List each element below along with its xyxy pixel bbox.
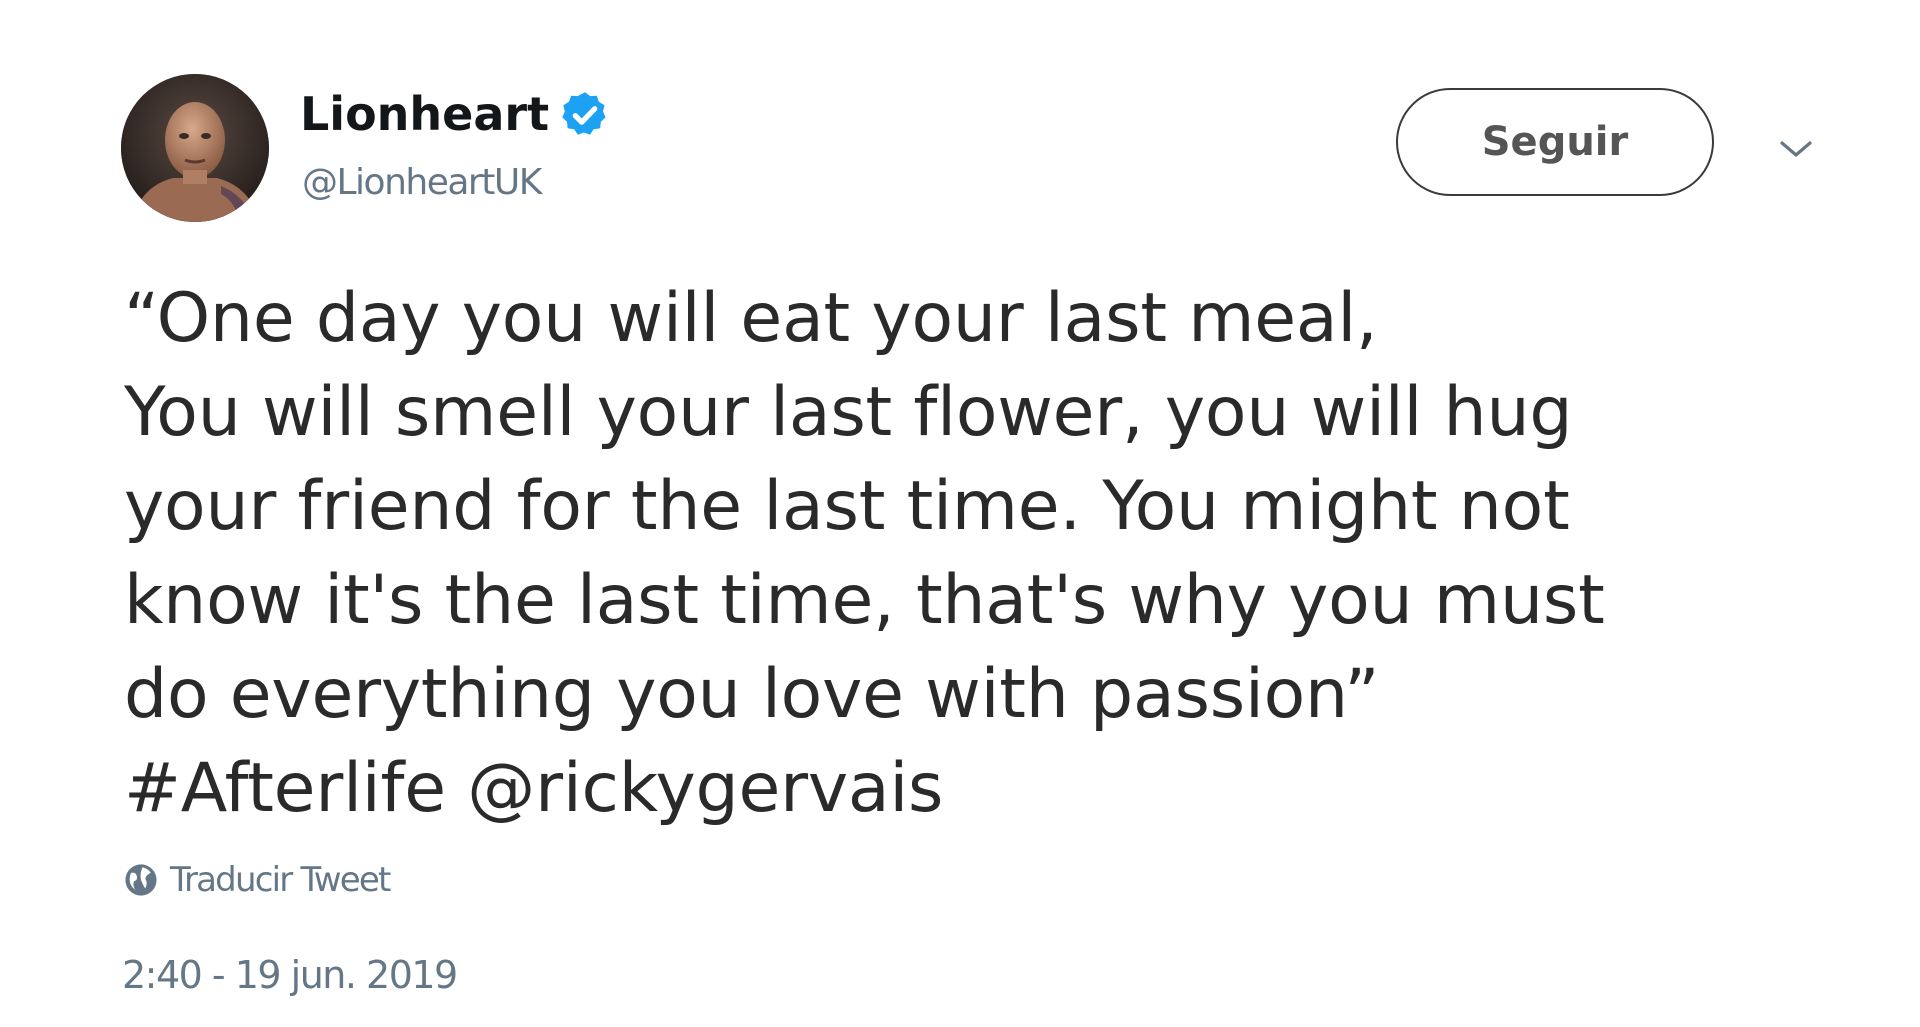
follow-button[interactable]: Seguir xyxy=(1396,88,1714,196)
translate-tweet-link[interactable]: Traducir Tweet xyxy=(124,856,391,904)
chevron-down-icon[interactable] xyxy=(1774,134,1818,164)
user-handle[interactable]: @LionheartUK xyxy=(302,160,542,206)
avatar[interactable] xyxy=(121,74,269,222)
mention-link[interactable]: @rickygervais xyxy=(467,749,943,828)
tweet-timestamp[interactable]: 2:40 - 19 jun. 2019 xyxy=(122,950,458,1000)
hashtag-link[interactable]: #Afterlife xyxy=(124,749,446,828)
tweet-line: know it's the last time, that's why you … xyxy=(124,561,1605,640)
display-name[interactable]: Lionheart xyxy=(300,86,549,142)
tweet-line: your friend for the last time. You might… xyxy=(124,467,1570,546)
tweet-line: You will smell your last flower, you wil… xyxy=(124,373,1573,452)
translate-label: Traducir Tweet xyxy=(170,860,391,900)
tweet-line-links: #Afterlife @rickygervais xyxy=(124,742,1824,836)
verified-badge-icon xyxy=(562,92,606,135)
tweet-text: “One day you will eat your last meal, Yo… xyxy=(124,272,1824,836)
tweet-line: do everything you love with passion” xyxy=(124,655,1380,734)
tweet-line: “One day you will eat your last meal, xyxy=(124,279,1378,358)
globe-icon xyxy=(125,864,157,896)
